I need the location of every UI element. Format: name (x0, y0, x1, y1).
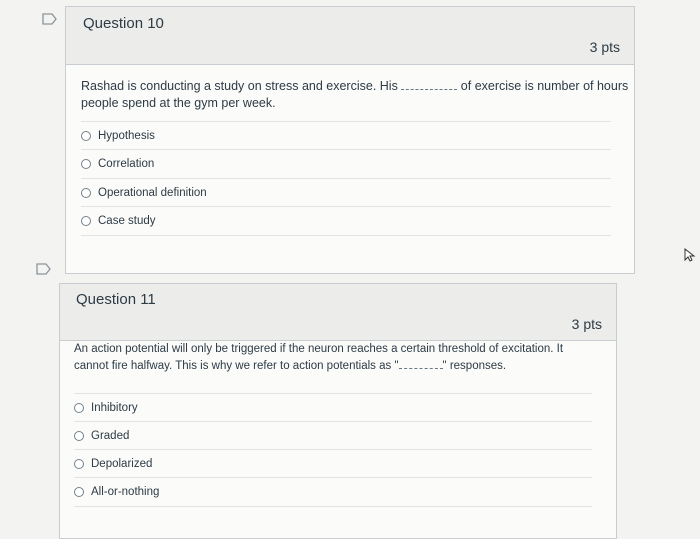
flag-question-icon[interactable] (42, 13, 58, 25)
question-card: Question 11 3 pts An action potential wi… (59, 283, 617, 539)
radio-button[interactable] (74, 459, 84, 469)
question-text: Rashad is conducting a study on stress a… (81, 79, 629, 110)
question-header: Question 11 3 pts (60, 284, 616, 341)
radio-button[interactable] (81, 188, 91, 198)
answer-option[interactable]: All-or-nothing (74, 477, 592, 507)
question-title: Question 11 (76, 291, 156, 308)
answer-option[interactable]: Case study (81, 206, 611, 236)
answer-option[interactable]: Graded (74, 421, 592, 450)
mouse-pointer-icon (684, 247, 696, 267)
answer-label: All-or-nothing (91, 486, 160, 498)
answer-blank (398, 360, 443, 369)
answer-label: Hypothesis (98, 130, 155, 142)
radio-button[interactable] (74, 487, 84, 497)
question-points: 3 pts (589, 39, 620, 55)
radio-button[interactable] (81, 216, 91, 226)
answer-blank (401, 81, 458, 90)
question-card: Question 10 3 pts Rashad is conducting a… (65, 6, 635, 274)
answer-label: Case study (98, 215, 156, 227)
radio-button[interactable] (74, 403, 84, 413)
question-title: Question 10 (83, 15, 164, 32)
answer-label: Inhibitory (91, 402, 138, 414)
answer-label: Graded (91, 430, 130, 442)
answer-option[interactable]: Hypothesis (81, 121, 611, 150)
question-points: 3 pts (571, 316, 602, 332)
answer-option[interactable]: Operational definition (81, 178, 611, 207)
radio-button[interactable] (81, 159, 91, 169)
question-header: Question 10 3 pts (66, 7, 634, 65)
answer-label: Operational definition (98, 187, 207, 199)
answer-option[interactable]: Inhibitory (74, 393, 592, 422)
question-text: An action potential will only be trigger… (74, 343, 564, 372)
answer-label: Correlation (98, 158, 155, 170)
answer-option[interactable]: Correlation (81, 149, 611, 178)
answer-option[interactable]: Depolarized (74, 449, 592, 478)
radio-button[interactable] (74, 431, 84, 441)
flag-question-icon[interactable] (36, 263, 52, 275)
radio-button[interactable] (81, 131, 91, 141)
answer-label: Depolarized (91, 458, 153, 470)
